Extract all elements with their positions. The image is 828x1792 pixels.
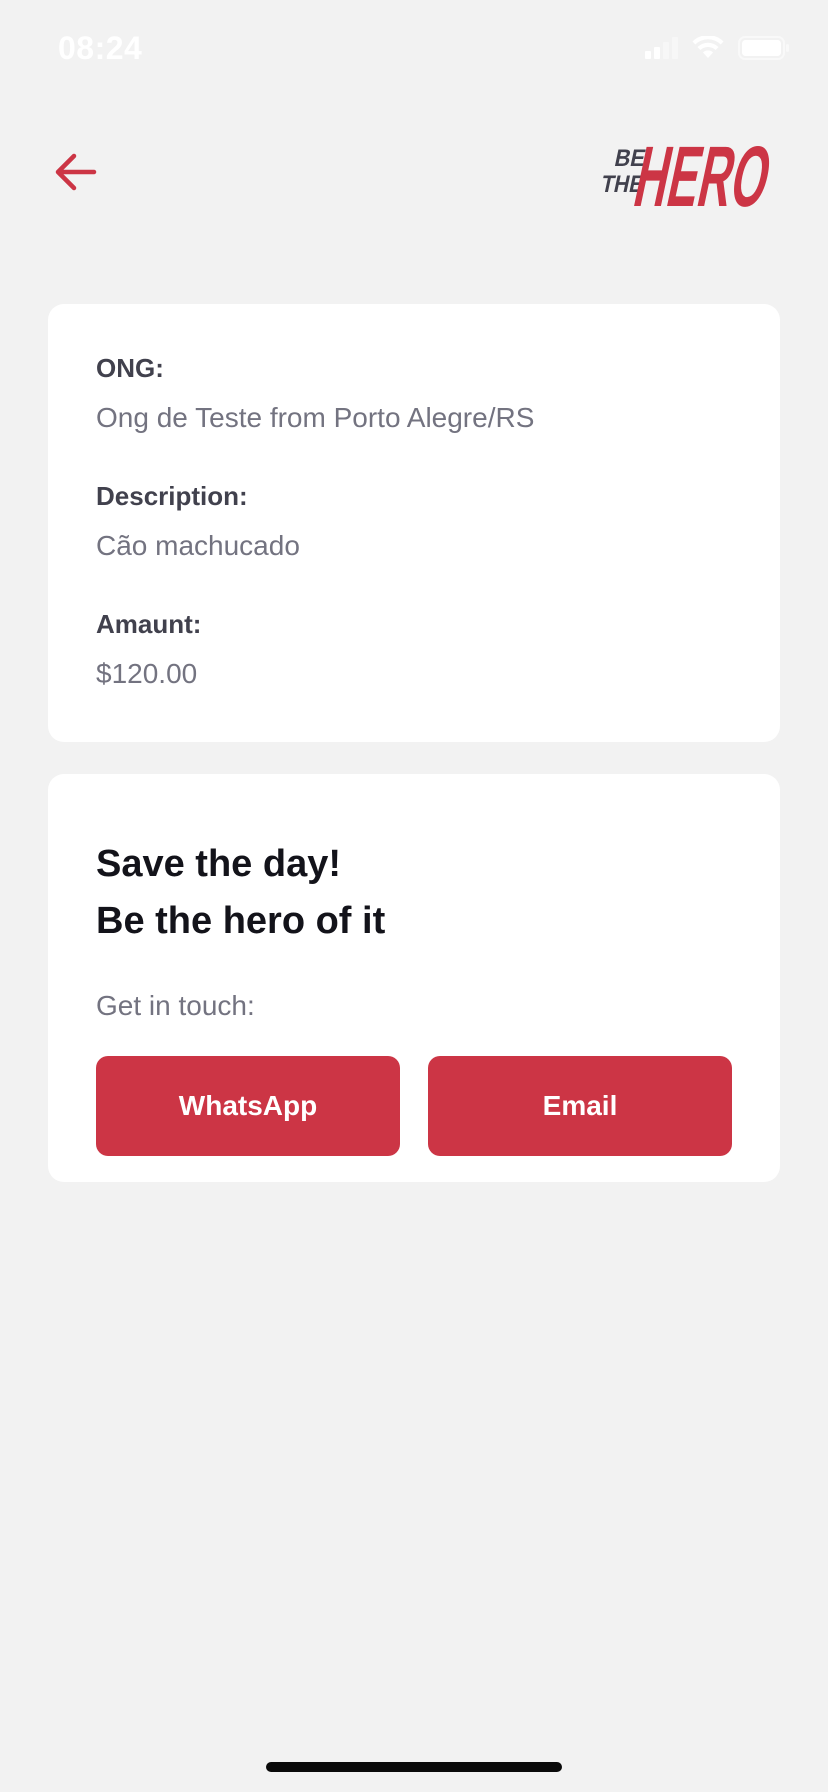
hero-title: Save the day! Be the hero of it — [96, 836, 732, 950]
home-indicator[interactable] — [266, 1762, 562, 1772]
ong-field: ONG: Ong de Teste from Porto Alegre/RS — [96, 352, 732, 436]
wifi-icon — [692, 36, 724, 58]
whatsapp-button[interactable]: WhatsApp — [96, 1056, 400, 1156]
cellular-signal-icon — [645, 37, 678, 59]
svg-text:HERO: HERO — [627, 129, 779, 216]
hero-title-line-2: Be the hero of it — [96, 900, 386, 942]
status-icons — [645, 36, 790, 60]
status-bar: 08:24 — [0, 0, 828, 100]
contact-card: Save the day! Be the hero of it Get in t… — [48, 774, 780, 1182]
ong-value: Ong de Teste from Porto Alegre/RS — [96, 402, 535, 433]
description-value: Cão machucado — [96, 530, 300, 561]
header: BE THE HERO — [48, 120, 780, 220]
incident-card: ONG: Ong de Teste from Porto Alegre/RS D… — [48, 304, 780, 742]
description-field: Description: Cão machucado — [96, 480, 732, 564]
amount-field: Amaunt: $120.00 — [96, 608, 732, 692]
amount-label: Amaunt: — [96, 609, 202, 639]
battery-icon — [738, 36, 789, 60]
amount-value: $120.00 — [96, 658, 198, 689]
status-time: 08:24 — [58, 30, 143, 66]
be-the-hero-logo: BE THE HERO — [599, 129, 780, 216]
incident-detail-screen: 08:24 BE THE HERO ONG: Ong de Teste from… — [0, 0, 828, 1792]
back-button[interactable] — [48, 144, 104, 200]
hero-title-line-1: Save the day! — [96, 843, 341, 885]
arrow-left-icon — [55, 153, 97, 191]
contact-description: Get in touch: — [96, 990, 255, 1021]
ong-label: ONG: — [96, 353, 164, 383]
email-button[interactable]: Email — [428, 1056, 732, 1156]
description-label: Description: — [96, 481, 248, 511]
contact-actions: WhatsApp Email — [96, 1056, 732, 1156]
